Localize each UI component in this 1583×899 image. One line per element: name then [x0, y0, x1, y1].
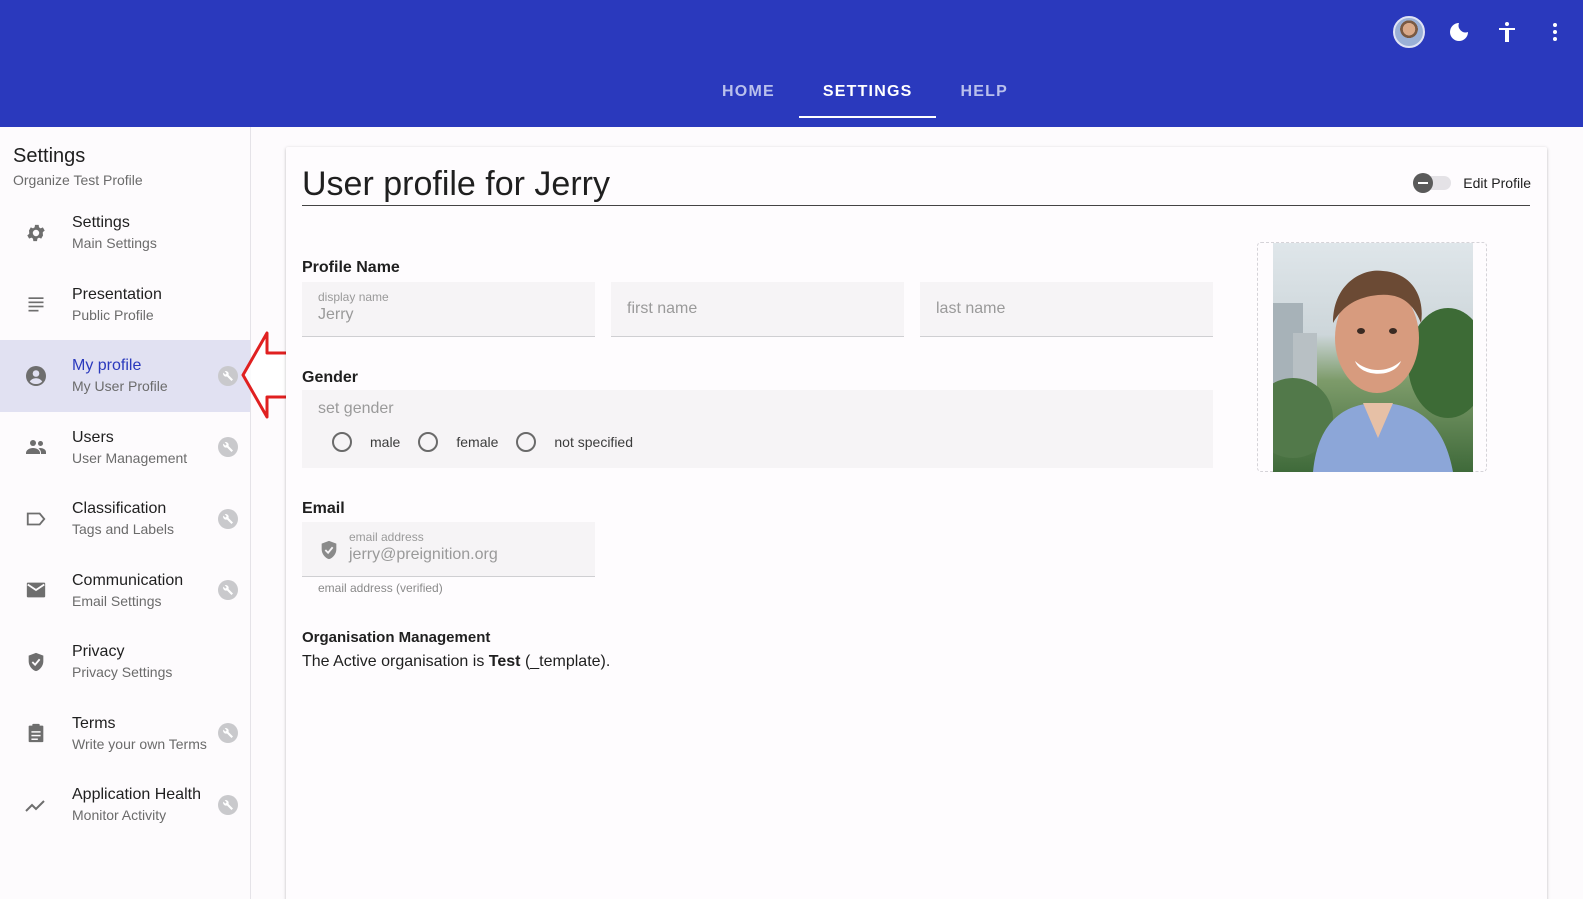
sidebar-item-presentation[interactable]: Presentation Public Profile: [0, 269, 250, 341]
profile-photo-dropzone[interactable]: [1257, 242, 1487, 472]
gender-heading: Gender: [302, 369, 359, 386]
sidebar-item-label: Classification: [72, 500, 167, 518]
wrench-icon: [218, 437, 238, 458]
header-actions: [1393, 16, 1569, 48]
wrench-icon: [218, 508, 238, 529]
wrench-icon: [218, 580, 238, 601]
sidebar-item-users[interactable]: Users User Management: [0, 412, 250, 484]
tab-home[interactable]: HOME: [698, 70, 799, 118]
more-vert-icon[interactable]: [1541, 16, 1569, 48]
gender-field: set gender male female not specified: [302, 390, 1213, 468]
sidebar-item-label: My profile: [72, 357, 142, 375]
radio-circle[interactable]: [418, 432, 439, 452]
sidebar-item-sub: My User Profile: [72, 378, 168, 395]
sidebar-item-sub: Monitor Activity: [72, 807, 167, 824]
email-value: jerry@preignition.org: [349, 546, 498, 563]
display-name-label: display name: [318, 290, 389, 304]
email-hint: email address (verified): [318, 581, 443, 595]
profile-name-heading: Profile Name: [302, 259, 400, 276]
sidebar-item-my-profile[interactable]: My profile My User Profile: [0, 340, 250, 412]
wrench-icon: [218, 723, 238, 744]
radio-circle[interactable]: [516, 432, 537, 452]
sidebar-header: Settings Organize Test Profile: [0, 127, 250, 197]
main-tabs: HOME SETTINGS HELP: [0, 70, 1583, 118]
sidebar-item-label: Settings: [72, 214, 130, 232]
sidebar-subtitle: Organize Test Profile: [13, 172, 143, 188]
email-field-label: email address: [349, 530, 424, 544]
accessibility-icon[interactable]: [1493, 16, 1521, 48]
sidebar-item-sub: Tags and Labels: [72, 521, 174, 538]
trend-icon: [0, 793, 72, 817]
org-name: Test: [488, 653, 521, 670]
sidebar-item-label: Application Health: [72, 786, 201, 804]
sidebar-item-label: Communication: [72, 571, 184, 589]
gender-radio-not-specified[interactable]: not specified: [516, 432, 633, 452]
sidebar-item-sub: Write your own Terms: [72, 735, 207, 752]
sidebar-item-label: Terms: [72, 714, 116, 732]
shield-icon: [0, 651, 72, 673]
sidebar-item-communication[interactable]: Communication Email Settings: [0, 555, 250, 627]
radio-circle[interactable]: [332, 432, 352, 452]
wrench-icon: [218, 794, 238, 815]
sidebar-item-terms[interactable]: Terms Write your own Terms: [0, 698, 250, 770]
label-icon: [0, 508, 72, 530]
organisation-text: The Active organisation is Test (_templa…: [302, 653, 610, 671]
email-heading: Email: [302, 500, 345, 517]
sidebar-item-application-health[interactable]: Application Health Monitor Activity: [0, 769, 250, 841]
sidebar-item-classification[interactable]: Classification Tags and Labels: [0, 483, 250, 555]
page-title: User profile for Jerry: [302, 165, 610, 203]
account-circle-icon: [0, 364, 72, 388]
sidebar-item-label: Presentation: [72, 285, 162, 303]
mail-icon: [0, 579, 72, 601]
people-icon: [0, 435, 72, 459]
radio-label: female: [456, 434, 499, 450]
sidebar-item-sub: Main Settings: [72, 235, 157, 252]
sidebar-item-sub: User Management: [72, 449, 188, 466]
app-header: HOME SETTINGS HELP: [0, 0, 1583, 127]
user-avatar[interactable]: [1393, 16, 1425, 48]
gear-icon: [0, 222, 72, 244]
sidebar-item-sub: Privacy Settings: [72, 664, 173, 681]
email-field[interactable]: email address jerry@preignition.org: [302, 522, 595, 577]
gender-radio-group: male female not specified: [332, 432, 651, 452]
title-divider: [302, 205, 1530, 206]
tab-settings[interactable]: SETTINGS: [798, 70, 937, 118]
radio-label: male: [370, 434, 401, 450]
sidebar-item-settings[interactable]: Settings Main Settings: [0, 197, 250, 269]
gender-radio-male[interactable]: male: [332, 432, 400, 452]
wrench-icon: [218, 365, 238, 386]
display-name-value: Jerry: [318, 306, 354, 323]
sidebar-item-privacy[interactable]: Privacy Privacy Settings: [0, 626, 250, 698]
sidebar-item-sub: Public Profile: [72, 306, 154, 323]
last-name-placeholder: last name: [936, 300, 1006, 317]
edit-profile-label: Edit Profile: [1463, 175, 1531, 191]
gender-placeholder: set gender: [318, 400, 394, 417]
sidebar-title: Settings: [13, 145, 86, 167]
organisation-heading: Organisation Management: [302, 629, 491, 646]
verified-shield-icon: [321, 540, 337, 560]
first-name-field[interactable]: first name: [611, 282, 904, 337]
toggle-switch[interactable]: [1413, 173, 1452, 193]
edit-profile-toggle[interactable]: Edit Profile: [1413, 173, 1531, 193]
profile-card: User profile for Jerry Edit Profile Prof…: [286, 147, 1547, 899]
display-name-field[interactable]: display name Jerry: [302, 282, 595, 337]
first-name-placeholder: first name: [627, 300, 698, 317]
profile-photo: [1273, 243, 1473, 472]
sidebar-item-label: Privacy: [72, 643, 125, 661]
radio-label: not specified: [554, 434, 633, 450]
org-suffix: (_template).: [524, 653, 611, 670]
sidebar-item-sub: Email Settings: [72, 592, 162, 609]
sidebar-item-label: Users: [72, 428, 114, 446]
text-lines-icon: [0, 294, 72, 314]
org-prefix: The Active organisation is: [302, 653, 485, 670]
clipboard-icon: [0, 722, 72, 744]
last-name-field[interactable]: last name: [920, 282, 1213, 337]
tab-help[interactable]: HELP: [936, 70, 1031, 118]
settings-sidebar: Settings Organize Test Profile Settings …: [0, 127, 251, 899]
dark-mode-icon[interactable]: [1445, 16, 1473, 48]
gender-radio-female[interactable]: female: [418, 432, 498, 452]
